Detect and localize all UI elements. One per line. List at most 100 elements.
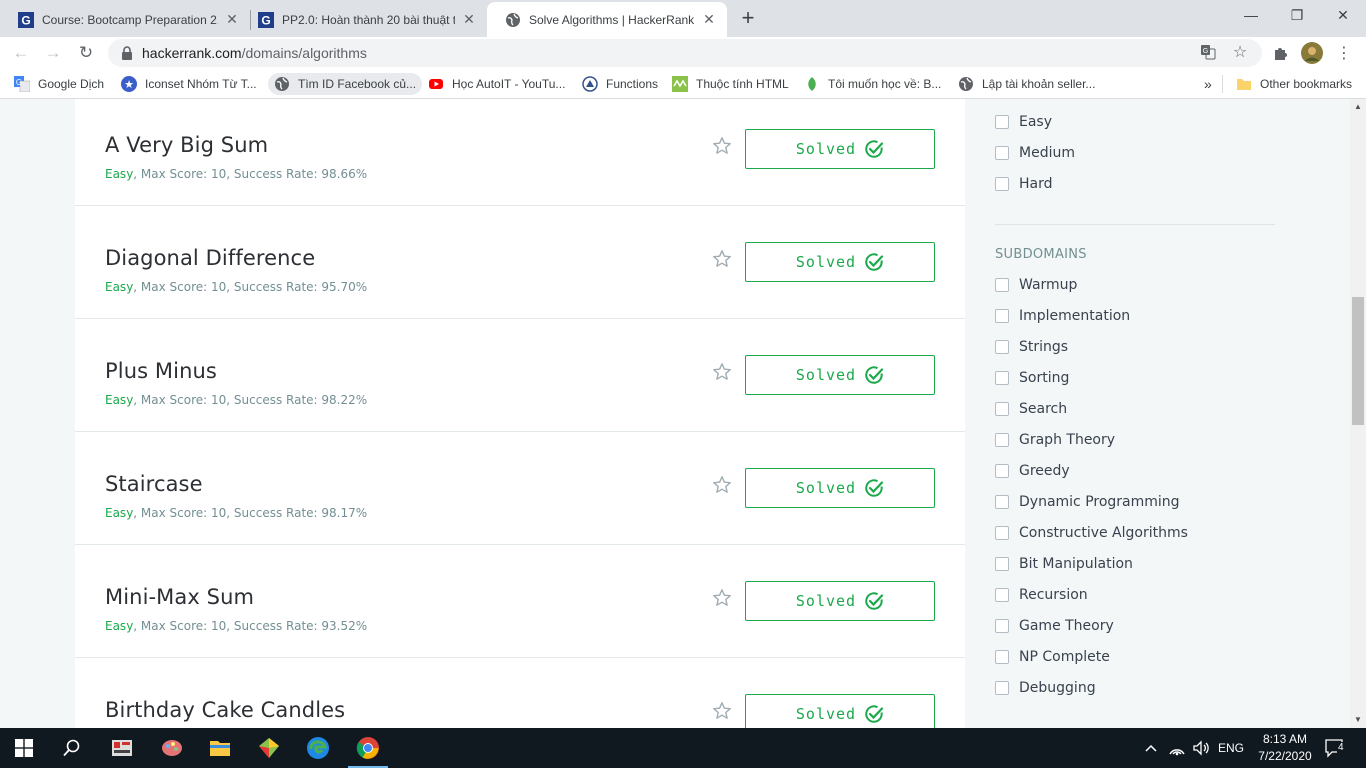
challenge-name[interactable]: Diagonal Difference bbox=[105, 246, 315, 270]
bookmark-item[interactable]: Functions bbox=[576, 73, 664, 95]
volume-icon[interactable] bbox=[1192, 728, 1210, 768]
checkbox[interactable] bbox=[995, 433, 1009, 447]
bookmark-item[interactable]: Tôi muốn học về: B... bbox=[798, 73, 947, 95]
bookmark-item[interactable]: Lập tài khoản seller... bbox=[952, 73, 1101, 95]
challenge-name[interactable]: Staircase bbox=[105, 472, 203, 496]
close-icon[interactable]: ✕ bbox=[701, 11, 717, 28]
tab-pp2[interactable]: G PP2.0: Hoàn thành 20 bài thuật to... ✕ bbox=[240, 2, 487, 37]
checkbox[interactable] bbox=[995, 340, 1009, 354]
challenge-card[interactable]: Diagonal Difference Easy, Max Score: 10,… bbox=[75, 206, 965, 319]
solved-button[interactable]: Solved bbox=[745, 694, 935, 728]
star-icon[interactable] bbox=[712, 136, 732, 156]
extensions-icon[interactable] bbox=[1268, 41, 1292, 65]
filter-strings[interactable]: Strings bbox=[995, 337, 1068, 357]
other-bookmarks[interactable]: Other bookmarks bbox=[1230, 73, 1358, 95]
restore-button[interactable]: ❐ bbox=[1274, 0, 1320, 30]
close-window-button[interactable]: ✕ bbox=[1320, 0, 1366, 30]
checkbox[interactable] bbox=[995, 402, 1009, 416]
filter-game-theory[interactable]: Game Theory bbox=[995, 616, 1114, 636]
star-icon[interactable] bbox=[712, 701, 732, 721]
checkbox[interactable] bbox=[995, 115, 1009, 129]
challenge-name[interactable]: A Very Big Sum bbox=[105, 133, 268, 157]
filter-search[interactable]: Search bbox=[995, 399, 1067, 419]
filter-implementation[interactable]: Implementation bbox=[995, 306, 1130, 326]
scrollbar-thumb[interactable] bbox=[1352, 297, 1364, 425]
challenge-card[interactable]: A Very Big Sum Easy, Max Score: 10, Succ… bbox=[75, 99, 965, 206]
checkbox[interactable] bbox=[995, 557, 1009, 571]
checkbox[interactable] bbox=[995, 681, 1009, 695]
minimize-button[interactable]: — bbox=[1228, 0, 1274, 30]
checkbox[interactable] bbox=[995, 464, 1009, 478]
star-icon[interactable] bbox=[712, 249, 732, 269]
address-bar[interactable]: hackerrank.com/domains/algorithms bbox=[108, 39, 1262, 67]
file-explorer-icon[interactable] bbox=[196, 728, 244, 768]
bookmark-item[interactable]: Tìm ID Facebook củ... bbox=[268, 73, 423, 95]
menu-kebab-icon[interactable]: ⋮ bbox=[1332, 41, 1356, 65]
filter-easy[interactable]: Easy bbox=[995, 112, 1052, 132]
tab-hackerrank[interactable]: Solve Algorithms | HackerRank ✕ bbox=[487, 2, 727, 37]
chrome-icon[interactable] bbox=[344, 728, 392, 768]
back-arrow-icon[interactable]: ← bbox=[8, 40, 34, 66]
challenge-card[interactable]: Birthday Cake Candles Solved bbox=[75, 658, 965, 728]
cube-app-icon[interactable] bbox=[245, 728, 293, 768]
filter-greedy[interactable]: Greedy bbox=[995, 461, 1070, 481]
bookmark-item[interactable]: G Google Dịch bbox=[8, 73, 110, 95]
edge-icon[interactable] bbox=[294, 728, 342, 768]
close-icon[interactable]: ✕ bbox=[224, 11, 240, 28]
clock[interactable]: 8:13 AM 7/22/2020 bbox=[1250, 731, 1320, 765]
bookmarks-overflow-button[interactable]: » bbox=[1198, 73, 1218, 95]
filter-constructive-algorithms[interactable]: Constructive Algorithms bbox=[995, 523, 1188, 543]
filter-hard[interactable]: Hard bbox=[995, 174, 1053, 194]
app-red-icon[interactable] bbox=[98, 728, 146, 768]
close-icon[interactable]: ✕ bbox=[461, 11, 477, 28]
show-hidden-icons-icon[interactable] bbox=[1144, 728, 1158, 768]
filter-sorting[interactable]: Sorting bbox=[995, 368, 1069, 388]
checkbox[interactable] bbox=[995, 371, 1009, 385]
tab-course[interactable]: G Course: Bootcamp Preparation 2... ✕ bbox=[0, 2, 250, 37]
checkbox[interactable] bbox=[995, 309, 1009, 323]
windows-start-icon[interactable] bbox=[0, 728, 48, 768]
checkbox[interactable] bbox=[995, 146, 1009, 160]
filter-medium[interactable]: Medium bbox=[995, 143, 1075, 163]
forward-arrow-icon[interactable]: → bbox=[40, 40, 66, 66]
challenge-name[interactable]: Plus Minus bbox=[105, 359, 217, 383]
solved-button[interactable]: Solved bbox=[745, 468, 935, 508]
avatar[interactable] bbox=[1300, 41, 1324, 65]
bookmark-item[interactable]: Học AutoIT - YouTu... bbox=[422, 73, 571, 95]
star-icon[interactable] bbox=[712, 588, 732, 608]
checkbox[interactable] bbox=[995, 177, 1009, 191]
paint-app-icon[interactable] bbox=[148, 728, 196, 768]
scroll-up-icon[interactable]: ▲ bbox=[1353, 102, 1363, 112]
filter-bit-manipulation[interactable]: Bit Manipulation bbox=[995, 554, 1133, 574]
checkbox[interactable] bbox=[995, 588, 1009, 602]
filter-np-complete[interactable]: NP Complete bbox=[995, 647, 1110, 667]
translate-icon[interactable]: G bbox=[1197, 41, 1219, 63]
scroll-down-icon[interactable]: ▼ bbox=[1353, 715, 1363, 725]
reload-icon[interactable]: ↻ bbox=[73, 40, 99, 66]
solved-button[interactable]: Solved bbox=[745, 355, 935, 395]
bookmark-item[interactable]: Thuộc tính HTML bbox=[666, 73, 795, 95]
checkbox[interactable] bbox=[995, 526, 1009, 540]
bookmark-star-icon[interactable]: ☆ bbox=[1229, 41, 1251, 63]
star-icon[interactable] bbox=[712, 362, 732, 382]
language-indicator[interactable]: ENG bbox=[1218, 728, 1244, 768]
challenge-name[interactable]: Birthday Cake Candles bbox=[105, 698, 345, 722]
solved-button[interactable]: Solved bbox=[745, 581, 935, 621]
filter-warmup[interactable]: Warmup bbox=[995, 275, 1077, 295]
search-icon[interactable] bbox=[48, 728, 96, 768]
challenge-card[interactable]: Mini-Max Sum Easy, Max Score: 10, Succes… bbox=[75, 545, 965, 658]
star-icon[interactable] bbox=[712, 475, 732, 495]
filter-recursion[interactable]: Recursion bbox=[995, 585, 1088, 605]
checkbox[interactable] bbox=[995, 619, 1009, 633]
challenge-card[interactable]: Plus Minus Easy, Max Score: 10, Success … bbox=[75, 319, 965, 432]
solved-button[interactable]: Solved bbox=[745, 242, 935, 282]
challenge-card[interactable]: Staircase Easy, Max Score: 10, Success R… bbox=[75, 432, 965, 545]
checkbox[interactable] bbox=[995, 650, 1009, 664]
checkbox[interactable] bbox=[995, 278, 1009, 292]
filter-graph-theory[interactable]: Graph Theory bbox=[995, 430, 1115, 450]
new-tab-button[interactable]: + bbox=[736, 5, 760, 30]
bookmark-item[interactable]: ★ Iconset Nhóm Từ T... bbox=[115, 73, 263, 95]
page-scrollbar[interactable]: ▲ ▼ bbox=[1350, 99, 1366, 728]
solved-button[interactable]: Solved bbox=[745, 129, 935, 169]
notification-center-icon[interactable]: 4 bbox=[1324, 728, 1346, 768]
